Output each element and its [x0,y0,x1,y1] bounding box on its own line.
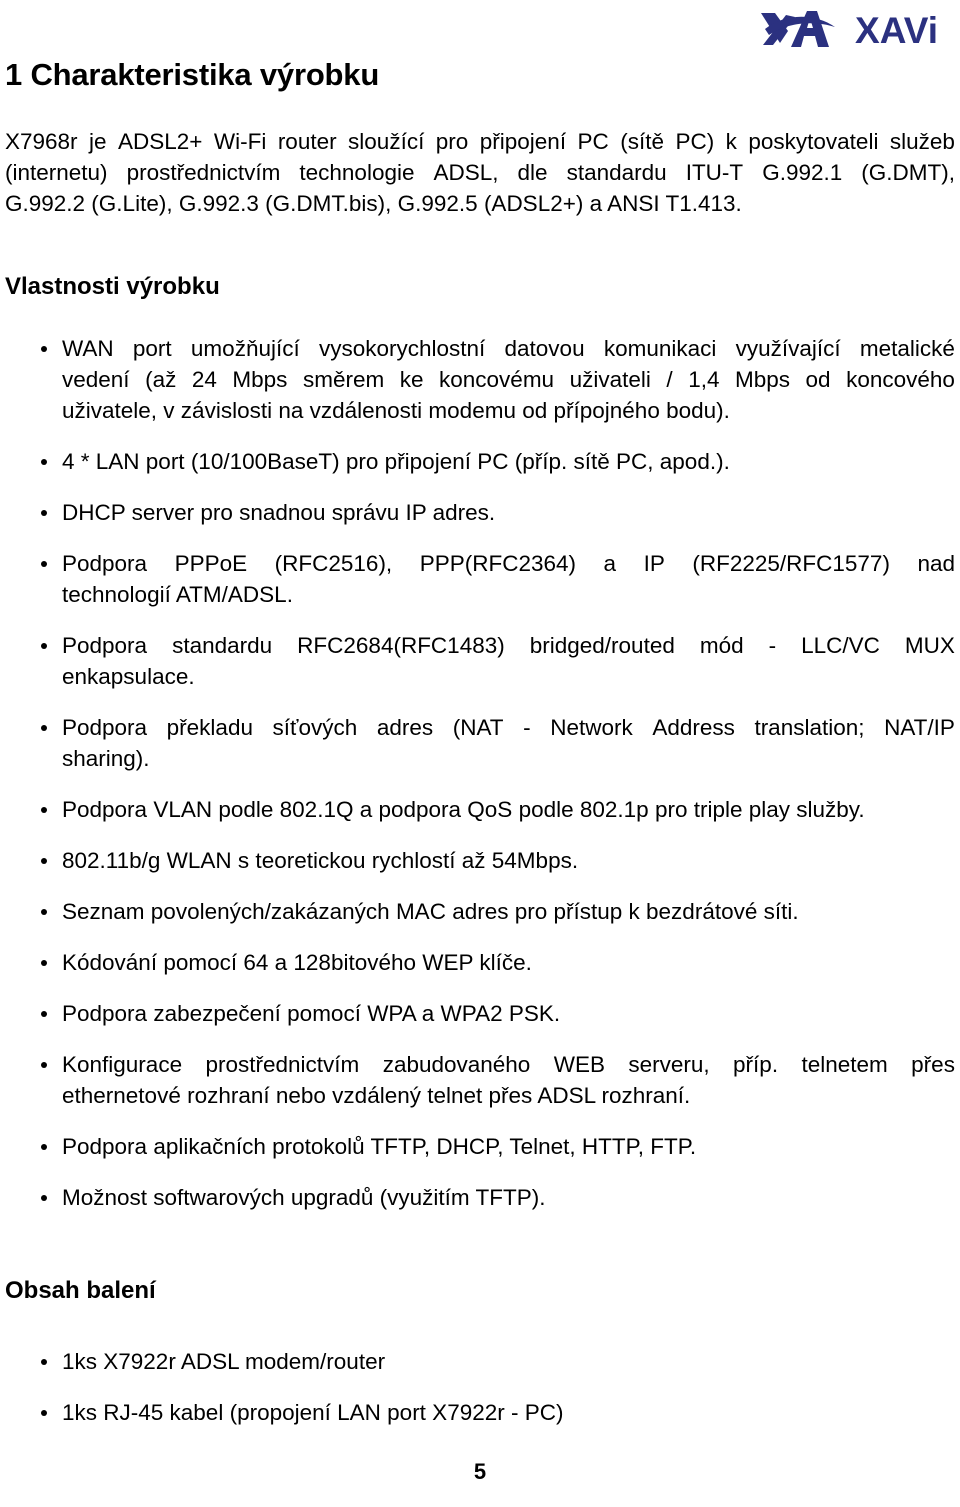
contents-item-line: 1ks X7922r ADSL modem/router [62,1349,386,1374]
feature-item-line: Podpora aplikačních protokolů TFTP, DHCP… [62,1134,697,1159]
feature-item-line: 802.11b/g WLAN s teoretickou rychlostí a… [62,848,579,873]
feature-item: Kódování pomocí 64 a 128bitového WEP klí… [5,947,955,978]
xavi-logo-icon [761,11,836,47]
feature-item: Podpora PPPoE (RFC2516), PPP(RFC2364) a IP (RF… [5,548,955,610]
section-heading-features: Vlastnosti výrobku [5,273,220,300]
contents-item: 1ks X7922r ADSL modem/router [5,1346,955,1377]
feature-item-line: Podpora standardu RFC2684(RFC1483) bridged/… [62,633,955,658]
feature-item-text: Podpora VLAN podle 802.1Q a podpora QoS … [62,794,955,825]
intro-line: X7968r je ADSL2+ Wi-Fi router sloužící pro přip… [5,129,955,154]
document-page: XAVi 1 Charakteristika výrobku X7968r je A… [0,0,960,1507]
feature-item-text: WAN port umožňující vysokorychlostní datovou… [62,333,955,426]
feature-item-text: Podpora standardu RFC2684(RFC1483) bridged/… [62,630,955,692]
feature-item-text: Podpora PPPoE (RFC2516), PPP(RFC2364) a IP (RF… [62,548,955,610]
feature-item-line: Možnost softwarových upgradů (využitím T… [62,1185,546,1210]
page-header: XAVi [708,4,938,56]
feature-item-line: Kódování pomocí 64 a 128bitového WEP klí… [62,950,532,975]
feature-item-line: Podpora VLAN podle 802.1Q a podpora QoS … [62,797,865,822]
feature-item-line: technologií ATM/ADSL. [62,582,293,607]
feature-item: Možnost softwarových upgradů (využitím T… [5,1182,955,1213]
feature-item: Podpora překladu síťových adres (NAT - Network… [5,712,955,774]
page-number: 5 [473,1459,487,1484]
feature-item-line: WAN port umožňující vysokorychlostní datovou… [62,336,955,361]
feature-item-line: Seznam povolených/zakázaných MAC adres p… [62,899,799,924]
feature-item-text: Seznam povolených/zakázaných MAC adres p… [62,896,955,927]
feature-item: DHCP server pro snadnou správu IP adres. [5,497,955,528]
feature-item-line: vedení (až 24 Mbps směrem ke koncovému uživatel… [62,367,955,392]
feature-item-text: Podpora zabezpečení pomocí WPA a WPA2 PS… [62,998,955,1029]
feature-item: 4 * LAN port (10/100BaseT) pro připojení… [5,446,955,477]
contents-item-text: 1ks X7922r ADSL modem/router [62,1346,955,1377]
feature-item-text: Podpora překladu síťových adres (NAT - Network… [62,712,955,774]
feature-item: WAN port umožňující vysokorychlostní datovou… [5,333,955,426]
feature-item-line: ethernetové rozhraní nebo vzdálený telne… [62,1083,691,1108]
feature-item-text: Konfigurace prostřednictvím zabudovaného WE… [62,1049,955,1111]
feature-item: Podpora aplikačních protokolů TFTP, DHCP… [5,1131,955,1162]
contents-item: 1ks RJ-45 kabel (propojení LAN port X792… [5,1397,955,1428]
feature-item-line: uživatele, v závislosti na vzdálenosti m… [62,398,730,423]
feature-item-line: 4 * LAN port (10/100BaseT) pro připojení… [62,449,730,474]
package-contents-list: 1ks X7922r ADSL modem/router 1ks RJ-45 ka… [5,1346,955,1428]
feature-item-line: sharing). [62,746,150,771]
feature-item: Konfigurace prostřednictvím zabudovaného WE… [5,1049,955,1111]
feature-item-line: DHCP server pro snadnou správu IP adres. [62,500,496,525]
features-list: WAN port umožňující vysokorychlostní datovou… [5,333,955,1213]
feature-item-line: Podpora zabezpečení pomocí WPA a WPA2 PS… [62,1001,561,1026]
intro-paragraph: X7968r je ADSL2+ Wi-Fi router sloužící pro přip… [5,126,955,219]
feature-item: Podpora zabezpečení pomocí WPA a WPA2 PS… [5,998,955,1029]
feature-item-line: enkapsulace. [62,664,195,689]
feature-item: Podpora standardu RFC2684(RFC1483) bridged/… [5,630,955,692]
feature-item-text: Kódování pomocí 64 a 128bitového WEP klí… [62,947,955,978]
contents-item-text: 1ks RJ-45 kabel (propojení LAN port X792… [62,1397,955,1428]
feature-item-line: Podpora PPPoE (RFC2516), PPP(RFC2364) a IP (RF… [62,551,955,576]
contents-item-line: 1ks RJ-45 kabel (propojení LAN port X792… [62,1400,564,1425]
intro-line: (internetu) prostřednictvím technologie ADS… [5,160,955,185]
feature-item-text: Možnost softwarových upgradů (využitím T… [62,1182,955,1213]
feature-item: Seznam povolených/zakázaných MAC adres p… [5,896,955,927]
intro-line: G.992.2 (G.Lite), G.992.3 (G.DMT.bis), G… [5,191,742,216]
section-heading-contents: Obsah balení [5,1277,156,1304]
feature-item-line: Podpora překladu síťových adres (NAT - Network… [62,715,955,740]
page-title: 1 Charakteristika výrobku [5,57,380,92]
feature-item-text: 802.11b/g WLAN s teoretickou rychlostí a… [62,845,955,876]
feature-item-line: Konfigurace prostřednictvím zabudovaného WE… [62,1052,955,1077]
feature-item-text: 4 * LAN port (10/100BaseT) pro připojení… [62,446,955,477]
feature-item: Podpora VLAN podle 802.1Q a podpora QoS … [5,794,955,825]
feature-item-text: DHCP server pro snadnou správu IP adres. [62,497,955,528]
xavi-logo: XAVi [755,7,938,53]
feature-item-text: Podpora aplikačních protokolů TFTP, DHCP… [62,1131,955,1162]
xavi-logo-text: XAVi [855,9,938,51]
feature-item: 802.11b/g WLAN s teoretickou rychlostí a… [5,845,955,876]
